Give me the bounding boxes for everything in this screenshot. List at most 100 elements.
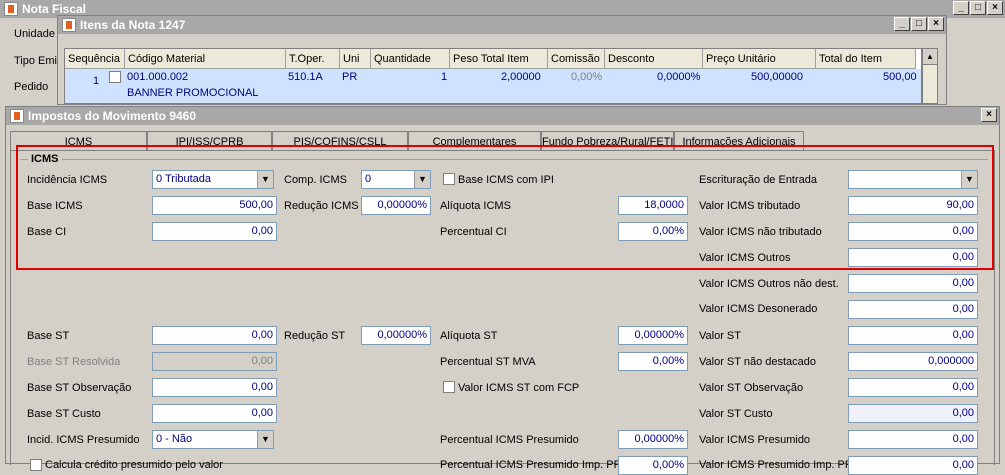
incid-presumido-label: Incid. ICMS Presumido [27,434,140,446]
minimize-button[interactable]: _ [953,1,969,15]
base-icms-com-ipi-checkbox[interactable] [443,173,455,185]
scrollbar[interactable]: ▲ [922,48,938,104]
valor-st-label: Valor ST [699,330,741,342]
reducao-icms-field[interactable]: 0,00000% [361,196,431,215]
valor-st-nao-destacado-field[interactable]: 0,000000 [848,352,978,371]
scroll-up-icon[interactable]: ▲ [923,49,937,65]
itens-title: Itens da Nota 1247 [80,18,186,32]
percentual-presumido-imp-label: Percentual ICMS Presumido Imp. PR [440,459,622,471]
valor-presumido-field[interactable]: 0,00 [848,430,978,449]
maximize-button[interactable]: □ [911,17,927,31]
base-icms-label: Base ICMS [27,200,83,212]
row-quantidade: 1 [441,71,448,83]
maximize-button[interactable]: □ [970,1,986,15]
table-row[interactable]: 1 001.000.002 BANNER PROMOCIONAL 510.1A … [65,69,921,103]
unidade-label: Unidade [14,28,55,40]
valor-presumido-label: Valor ICMS Presumido [699,434,811,446]
close-button[interactable]: × [981,108,997,122]
itens-window: Itens da Nota 1247 _ □ × Sequência Códig… [57,15,947,105]
incid-presumido-select[interactable]: 0 - Não ▼ [152,430,274,449]
valor-icms-tributado-field[interactable]: 90,00 [848,196,978,215]
base-st-resolvida-label: Base ST Resolvida [27,356,121,368]
close-button[interactable]: × [928,17,944,31]
row-preco: 500,00000 [751,71,803,83]
chevron-down-icon[interactable]: ▼ [257,171,273,188]
col-codigo[interactable]: Código Material [125,49,286,69]
valor-st-observacao-label: Valor ST Observação [699,382,804,394]
valor-icms-nao-tributado-field[interactable]: 0,00 [848,222,978,241]
row-descricao: BANNER PROMOCIONAL [127,87,259,99]
comp-icms-select[interactable]: 0 ▼ [361,170,431,189]
minimize-button[interactable]: _ [894,17,910,31]
close-button[interactable]: × [987,1,1003,15]
incid-presumido-value: 0 - Não [156,433,193,445]
impostos-title: Impostos do Movimento 9460 [28,109,197,123]
col-desconto[interactable]: Desconto [605,49,703,69]
valor-icms-tributado-label: Valor ICMS tributado [699,200,801,212]
impostos-window: Impostos do Movimento 9460 × ICMS IPI/IS… [5,106,1000,475]
percentual-st-mva-label: Percentual ST MVA [440,356,536,368]
valor-icms-desonerado-field[interactable]: 0,00 [848,300,978,319]
col-uni[interactable]: Uni [340,49,371,69]
base-st-observacao-label: Base ST Observação [27,382,132,394]
row-codigo: 001.000.002 [127,71,189,83]
icms-group-title: ICMS [28,153,62,165]
col-preco[interactable]: Preço Unitário [703,49,816,69]
app-icon [62,18,76,32]
valor-st-custo-field: 0,00 [848,404,978,423]
valor-icms-desonerado-label: Valor ICMS Desonerado [699,303,818,315]
row-seq: 1 [93,75,100,87]
valor-icms-nao-tributado-label: Valor ICMS não tributado [699,226,822,238]
base-st-custo-field[interactable]: 0,00 [152,404,277,423]
row-toper: 510.1A [288,71,323,83]
aliquota-st-field[interactable]: 0,00000% [618,326,688,345]
escrituracao-select[interactable]: ▼ [848,170,978,189]
base-st-custo-label: Base ST Custo [27,408,101,420]
base-icms-field[interactable]: 500,00 [152,196,277,215]
col-comissao[interactable]: Comissão [548,49,605,69]
valor-icms-outros-nd-label: Valor ICMS Outros não dest. [699,278,839,290]
base-st-field[interactable]: 0,00 [152,326,277,345]
percentual-ci-label: Percentual CI [440,226,507,238]
valor-presumido-imp-field[interactable]: 0,00 [848,456,978,475]
aliquota-st-label: Alíquota ST [440,330,498,342]
base-ci-field[interactable]: 0,00 [152,222,277,241]
reducao-st-field[interactable]: 0,00000% [361,326,431,345]
percentual-presumido-imp-field[interactable]: 0,00% [618,456,688,475]
base-st-label: Base ST [27,330,70,342]
col-total[interactable]: Total do Item [816,49,916,69]
incidencia-icms-select[interactable]: 0 Tributada ▼ [152,170,274,189]
comp-icms-value: 0 [365,173,372,185]
percentual-st-mva-field[interactable]: 0,00% [618,352,688,371]
icms-group [20,159,988,160]
tipo-emissao-label: Tipo Emis [14,55,63,67]
row-comissao: 0,00% [571,71,603,83]
pedido-label: Pedido [14,81,49,93]
percentual-presumido-field[interactable]: 0,00000% [618,430,688,449]
aliquota-icms-field[interactable]: 18,0000 [618,196,688,215]
base-st-observacao-field[interactable]: 0,00 [152,378,277,397]
percentual-ci-field[interactable]: 0,00% [618,222,688,241]
calcula-credito-checkbox[interactable] [30,459,42,471]
valor-st-observacao-field[interactable]: 0,00 [848,378,978,397]
valor-icms-st-fcp-checkbox[interactable] [443,381,455,393]
itens-grid: Sequência Código Material T.Oper. Uni Qu… [64,48,922,104]
reducao-st-label: Redução ST [284,330,346,342]
row-checkbox[interactable] [109,71,121,83]
col-quantidade[interactable]: Quantidade [371,49,450,69]
col-toper[interactable]: T.Oper. [286,49,340,69]
valor-icms-outros-label: Valor ICMS Outros [699,252,791,264]
chevron-down-icon[interactable]: ▼ [414,171,430,188]
app-icon [4,2,18,16]
calcula-credito-label: Calcula crédito presumido pelo valor [45,459,223,471]
col-peso[interactable]: Peso Total Item [450,49,548,69]
valor-presumido-imp-label: Valor ICMS Presumido Imp. PR [699,459,853,471]
base-icms-com-ipi-label: Base ICMS com IPI [458,174,554,186]
valor-icms-outros-nd-field[interactable]: 0,00 [848,274,978,293]
row-uni: PR [342,71,358,83]
valor-icms-outros-field[interactable]: 0,00 [848,248,978,267]
col-sequencia[interactable]: Sequência [65,49,125,69]
valor-st-field[interactable]: 0,00 [848,326,978,345]
chevron-down-icon[interactable]: ▼ [961,171,977,188]
chevron-down-icon[interactable]: ▼ [257,431,273,448]
